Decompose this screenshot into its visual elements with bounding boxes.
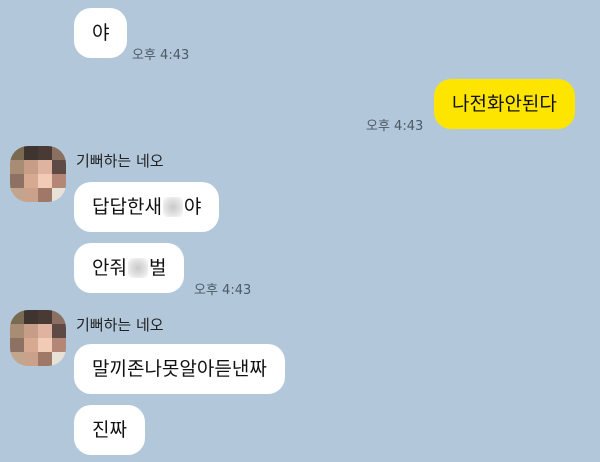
message-text-part: 야 xyxy=(183,196,202,218)
message-timestamp: 오후 4:43 xyxy=(132,48,190,63)
message-timestamp: 오후 4:43 xyxy=(194,283,252,298)
received-message-bubble[interactable]: 안줘 벌 xyxy=(74,243,185,293)
message-text: 말끼존나못알아듣낸짜 xyxy=(92,358,267,380)
message-timestamp: 오후 4:43 xyxy=(366,119,424,134)
message-text-part: 안줘 xyxy=(92,257,127,279)
censor-blur xyxy=(162,197,183,217)
message-text-part: 답답한새 xyxy=(92,196,162,218)
message-text-part: 벌 xyxy=(148,257,167,279)
sender-name: 기뻐하는 네오 xyxy=(76,316,164,334)
chat-screen: 야 오후 4:43 나전화안된다 오후 4:43 기뻐하는 네오 답답한새 야 안… xyxy=(0,0,600,462)
received-message-bubble[interactable]: 답답한새 야 xyxy=(74,182,220,232)
message-text: 야 xyxy=(92,22,110,44)
censor-blur xyxy=(127,258,148,278)
sender-name: 기뻐하는 네오 xyxy=(76,152,164,170)
avatar[interactable] xyxy=(10,146,66,202)
message-text: 나전화안된다 xyxy=(452,93,557,115)
message-text: 진짜 xyxy=(92,419,127,441)
received-message-bubble[interactable]: 야 xyxy=(74,8,128,58)
received-message-bubble[interactable]: 진짜 xyxy=(74,405,145,455)
avatar[interactable] xyxy=(10,310,66,366)
sent-message-bubble[interactable]: 나전화안된다 xyxy=(434,79,575,129)
received-message-bubble[interactable]: 말끼존나못알아듣낸짜 xyxy=(74,344,285,394)
